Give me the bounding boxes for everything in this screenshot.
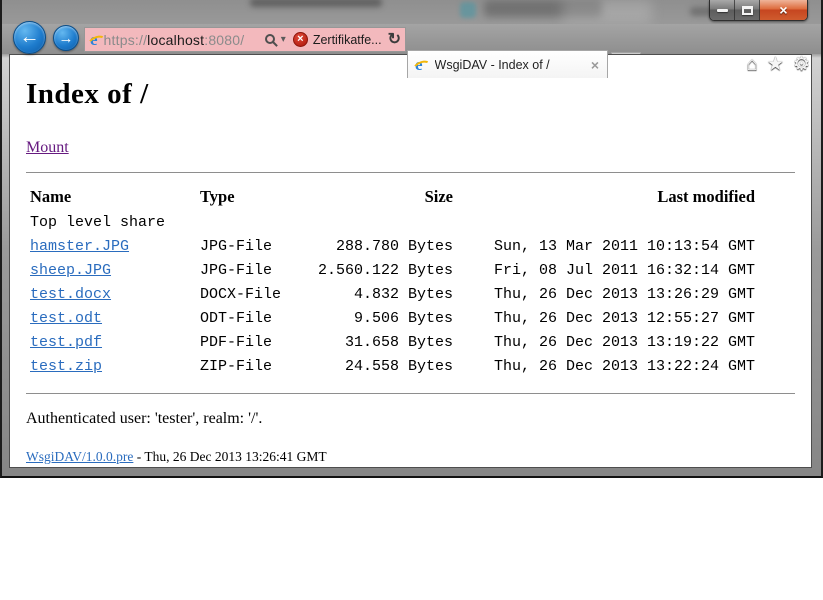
- file-type: DOCX-File: [200, 282, 300, 306]
- home-icon[interactable]: ⌂: [746, 55, 757, 74]
- file-type: ZIP-File: [200, 354, 300, 378]
- file-link[interactable]: test.zip: [30, 358, 102, 375]
- table-row: Top level share: [30, 210, 755, 234]
- settings-gear-icon[interactable]: ⚙: [793, 55, 810, 74]
- certificate-error-label[interactable]: Zertifikatfe...: [313, 33, 382, 47]
- file-link[interactable]: hamster.JPG: [30, 238, 129, 255]
- close-button[interactable]: ×: [760, 0, 807, 20]
- url-host: localhost: [147, 32, 204, 48]
- divider: [26, 393, 795, 394]
- file-link[interactable]: test.docx: [30, 286, 111, 303]
- blurred-background: [460, 2, 476, 18]
- file-size: 31.658 Bytes: [300, 330, 453, 354]
- url-port-path: :8080/: [204, 32, 244, 48]
- url-text[interactable]: https://localhost:8080/: [104, 32, 261, 48]
- share-note: Top level share: [30, 210, 755, 234]
- column-header-name: Name: [30, 184, 200, 210]
- page-title: Index of /: [26, 79, 795, 110]
- footer-timestamp: - Thu, 26 Dec 2013 13:26:41 GMT: [133, 449, 326, 464]
- forward-button[interactable]: →: [53, 25, 79, 51]
- back-button[interactable]: ←: [13, 21, 46, 54]
- search-icon[interactable]: [265, 34, 275, 44]
- file-modified: Thu, 26 Dec 2013 13:22:24 GMT: [453, 354, 755, 378]
- blurred-background: [562, 0, 652, 24]
- server-footer: WsgiDAV/1.0.0.pre - Thu, 26 Dec 2013 13:…: [26, 449, 795, 465]
- forward-arrow-icon: →: [59, 30, 74, 47]
- url-protocol: https://: [104, 32, 148, 48]
- favorites-star-icon[interactable]: ★: [767, 55, 784, 74]
- file-modified: Sun, 13 Mar 2011 10:13:54 GMT: [453, 234, 755, 258]
- tab-title: WsgiDAV - Index of /: [435, 58, 590, 72]
- close-icon: ×: [779, 3, 787, 17]
- file-modified: Fri, 08 Jul 2011 16:32:14 GMT: [453, 258, 755, 282]
- file-size: 288.780 Bytes: [300, 234, 453, 258]
- column-header-modified: Last modified: [453, 184, 755, 210]
- ie-favicon-icon: e: [415, 56, 423, 73]
- tab-wsgidav[interactable]: e WsgiDAV - Index of / ×: [407, 50, 608, 78]
- table-row: test.odt ODT-File 9.506 Bytes Thu, 26 De…: [30, 306, 755, 330]
- file-link[interactable]: sheep.JPG: [30, 262, 111, 279]
- refresh-icon[interactable]: ↻: [388, 32, 401, 48]
- file-modified: Thu, 26 Dec 2013 13:26:29 GMT: [453, 282, 755, 306]
- address-bar[interactable]: e https://localhost:8080/ ▾ × Zertifikat…: [84, 27, 406, 52]
- column-header-type: Type: [200, 184, 300, 210]
- table-row: test.pdf PDF-File 31.658 Bytes Thu, 26 D…: [30, 330, 755, 354]
- column-header-size: Size: [300, 184, 453, 210]
- page-viewport: Index of / Mount Name Type Size Last mod…: [9, 54, 812, 468]
- mount-link[interactable]: Mount: [26, 139, 69, 156]
- maximize-button[interactable]: [735, 0, 760, 20]
- blurred-background: [250, 0, 382, 7]
- minimize-icon: [717, 9, 728, 12]
- divider: [26, 172, 795, 173]
- file-link[interactable]: test.pdf: [30, 334, 102, 351]
- table-header-row: Name Type Size Last modified: [30, 184, 755, 210]
- minimize-button[interactable]: [710, 0, 735, 20]
- file-link[interactable]: test.odt: [30, 310, 102, 327]
- file-size: 9.506 Bytes: [300, 306, 453, 330]
- authenticated-user-line: Authenticated user: 'tester', realm: '/'…: [26, 410, 795, 428]
- table-row: hamster.JPG JPG-File 288.780 Bytes Sun, …: [30, 234, 755, 258]
- title-bar: [2, 0, 821, 24]
- directory-listing-table: Name Type Size Last modified Top level s…: [30, 184, 755, 378]
- table-row: test.docx DOCX-File 4.832 Bytes Thu, 26 …: [30, 282, 755, 306]
- back-arrow-icon: ←: [20, 26, 40, 49]
- browser-window: × e WsgiDAV - Index of / × ⌂ ★ ⚙ ← → e h…: [0, 0, 823, 478]
- maximize-icon: [742, 6, 753, 15]
- certificate-error-icon[interactable]: ×: [293, 32, 308, 47]
- window-controls: ×: [709, 0, 808, 21]
- ie-favicon-icon: e: [90, 31, 98, 48]
- file-size: 24.558 Bytes: [300, 354, 453, 378]
- file-size: 2.560.122 Bytes: [300, 258, 453, 282]
- file-type: ODT-File: [200, 306, 300, 330]
- file-type: JPG-File: [200, 258, 300, 282]
- wsgidav-version-link[interactable]: WsgiDAV/1.0.0.pre: [26, 449, 133, 464]
- file-type: PDF-File: [200, 330, 300, 354]
- chevron-down-icon[interactable]: ▾: [281, 34, 286, 45]
- table-row: sheep.JPG JPG-File 2.560.122 Bytes Fri, …: [30, 258, 755, 282]
- table-row: test.zip ZIP-File 24.558 Bytes Thu, 26 D…: [30, 354, 755, 378]
- file-modified: Thu, 26 Dec 2013 13:19:22 GMT: [453, 330, 755, 354]
- file-size: 4.832 Bytes: [300, 282, 453, 306]
- file-type: JPG-File: [200, 234, 300, 258]
- tab-close-icon[interactable]: ×: [590, 58, 600, 72]
- file-modified: Thu, 26 Dec 2013 12:55:27 GMT: [453, 306, 755, 330]
